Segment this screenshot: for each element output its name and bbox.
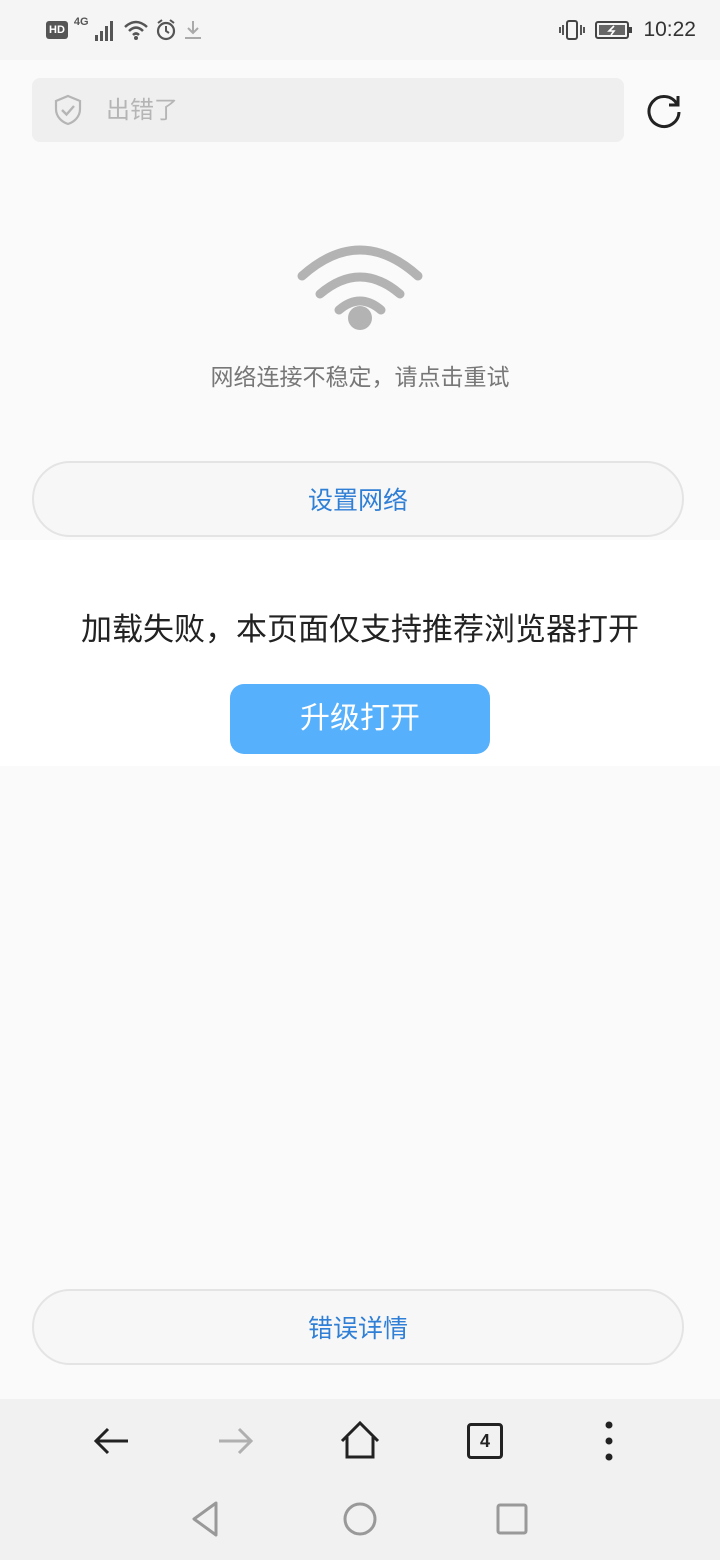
shield-check-icon [54, 94, 82, 126]
load-failed-text: 加载失败，本页面仅支持推荐浏览器打开 [81, 612, 639, 648]
forward-arrow-icon[interactable] [211, 1417, 259, 1465]
home-icon[interactable] [336, 1417, 384, 1465]
system-home-icon[interactable] [340, 1499, 380, 1539]
load-failed-banner: 加载失败，本页面仅支持推荐浏览器打开 升级打开 [0, 540, 720, 766]
status-bar: HD 4G 10:22 [0, 0, 720, 60]
battery-icon [595, 21, 633, 39]
wifi-status-icon [123, 20, 148, 40]
error-details-button[interactable]: 错误详情 [32, 1289, 684, 1365]
alarm-icon [156, 19, 175, 41]
browser-toolbar: 4 [0, 1399, 720, 1560]
hd-icon: HD [46, 21, 68, 39]
tab-count-box: 4 [467, 1423, 503, 1459]
wifi-icon [297, 245, 423, 330]
network-type-label: 4G [73, 16, 89, 28]
back-arrow-icon[interactable] [88, 1417, 136, 1465]
more-menu-icon[interactable] [585, 1417, 633, 1465]
system-back-icon[interactable] [186, 1499, 226, 1539]
signal-icon [94, 21, 113, 41]
upgrade-open-button[interactable]: 升级打开 [230, 684, 490, 754]
network-settings-button[interactable]: 设置网络 [32, 461, 684, 537]
reload-icon[interactable] [644, 90, 684, 130]
address-bar[interactable]: 出错了 [32, 78, 624, 142]
system-recents-icon[interactable] [492, 1499, 532, 1539]
download-icon [184, 21, 201, 39]
address-text: 出错了 [106, 96, 178, 124]
status-time: 10:22 [643, 18, 696, 41]
tabs-button[interactable]: 4 [461, 1417, 509, 1465]
vibrate-icon [559, 20, 586, 40]
error-message: 网络连接不稳定，请点击重试 [210, 365, 510, 391]
